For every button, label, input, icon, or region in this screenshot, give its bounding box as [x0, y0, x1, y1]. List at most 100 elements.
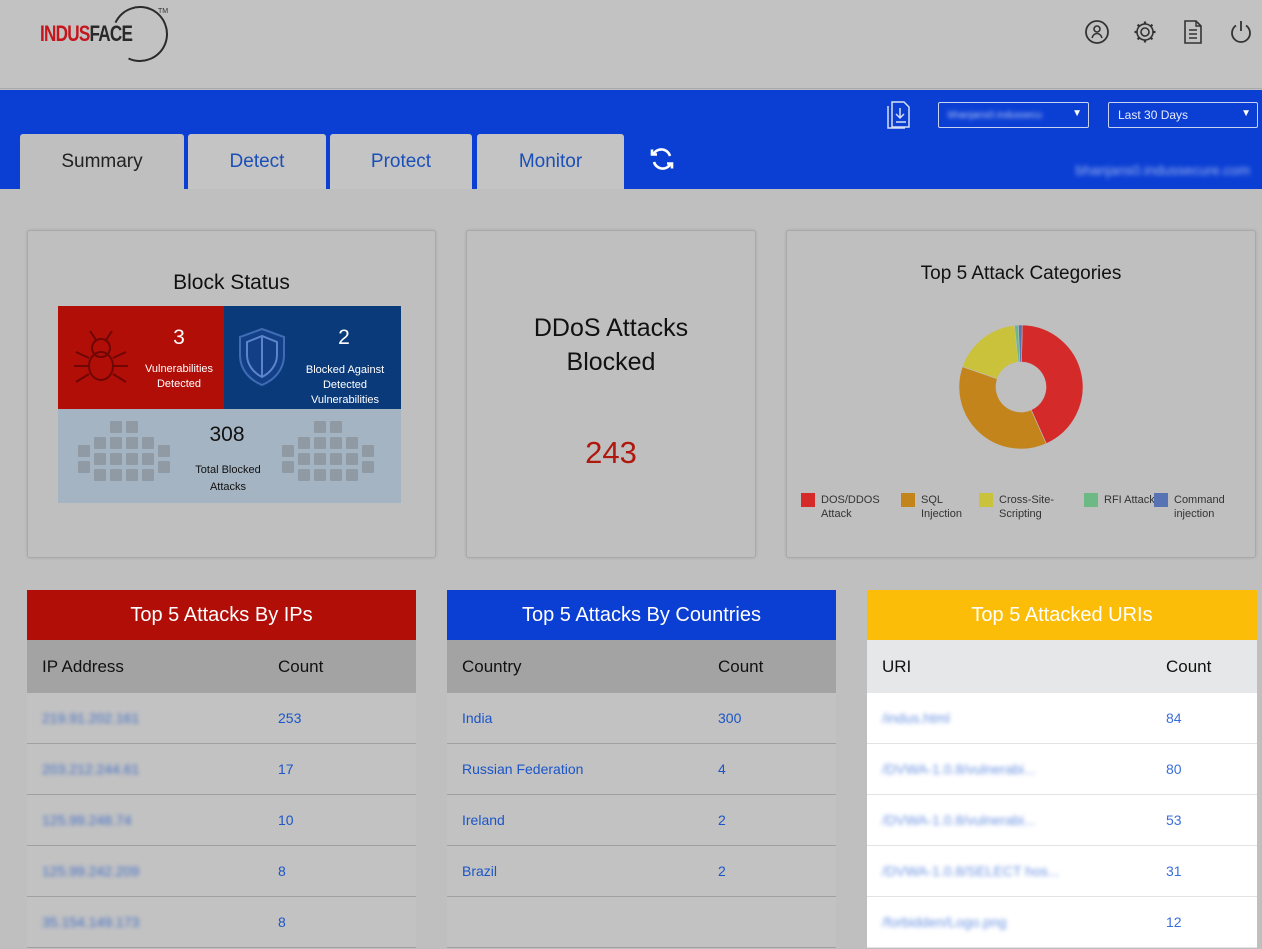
- document-icon[interactable]: [1180, 18, 1206, 46]
- count-cell[interactable]: 2: [718, 812, 726, 828]
- site-select-value: bhanjans0.indussecu: [948, 109, 1042, 121]
- table-row[interactable]: 35.154.149.173 8: [27, 897, 416, 948]
- ddos-card: DDoS Attacks Blocked 243: [466, 230, 756, 558]
- legend-item[interactable]: Cross-Site-Scripting: [979, 493, 1061, 521]
- table-row[interactable]: Russian Federation 4: [447, 744, 836, 795]
- top-countries-title: Top 5 Attacks By Countries: [447, 590, 836, 640]
- table-row[interactable]: 125.99.248.74 10: [27, 795, 416, 846]
- count-cell[interactable]: 80: [1166, 761, 1182, 777]
- seat-block: [126, 453, 138, 465]
- ip-cell[interactable]: 203.212.244.61: [42, 761, 139, 777]
- uri-cell[interactable]: /indus.html: [882, 710, 950, 726]
- country-cell[interactable]: Brazil: [462, 863, 497, 879]
- seat-block: [346, 469, 358, 481]
- seat-block: [78, 461, 90, 473]
- table-row[interactable]: India 300: [447, 693, 836, 744]
- count-cell[interactable]: 10: [278, 812, 294, 828]
- uri-cell[interactable]: /DVWA-1.0.8/vulnerabi...: [882, 761, 1036, 777]
- power-icon[interactable]: [1228, 18, 1254, 46]
- date-range-value: Last 30 Days: [1118, 108, 1189, 122]
- site-select[interactable]: bhanjans0.indussecu ▼: [938, 102, 1089, 128]
- country-cell[interactable]: Ireland: [462, 812, 505, 828]
- count-cell[interactable]: 31: [1166, 863, 1182, 879]
- tab-protect[interactable]: Protect: [330, 134, 472, 189]
- seat-block: [142, 437, 154, 449]
- vulnerabilities-count: 3: [173, 326, 185, 349]
- ddos-value: 243: [585, 435, 637, 470]
- seat-block: [110, 453, 122, 465]
- tab-monitor[interactable]: Monitor: [477, 134, 624, 189]
- table-row[interactable]: 219.91.202.161 253: [27, 693, 416, 744]
- ip-cell[interactable]: 219.91.202.161: [42, 710, 139, 726]
- table-row[interactable]: 203.212.244.61 17: [27, 744, 416, 795]
- ip-cell[interactable]: 125.99.248.74: [42, 812, 132, 828]
- legend-item[interactable]: Command injection: [1154, 493, 1232, 521]
- count-cell[interactable]: 84: [1166, 710, 1182, 726]
- total-blocked-tile[interactable]: 308 Total Blocked Attacks: [58, 409, 401, 503]
- table-row[interactable]: /DVWA-1.0.8/vulnerabi... 53: [867, 795, 1257, 846]
- uri-cell[interactable]: /forbidden/Logo.png: [882, 914, 1007, 930]
- column-header-count: Count: [278, 656, 324, 676]
- site-name-label: bhanjans0.indussecure.com: [1075, 162, 1250, 178]
- ip-cell[interactable]: 125.99.242.209: [42, 863, 139, 879]
- uri-cell[interactable]: /DVWA-1.0.8/SELECT hos...: [882, 863, 1059, 879]
- uri-cell[interactable]: /DVWA-1.0.8/vulnerabi...: [882, 812, 1036, 828]
- legend-label: Cross-Site-Scripting: [999, 494, 1055, 520]
- seat-block: [330, 437, 342, 449]
- seat-block: [142, 469, 154, 481]
- donut-slice[interactable]: [958, 366, 1047, 450]
- tab-label: Summary: [61, 150, 143, 172]
- count-cell[interactable]: 4: [718, 761, 726, 777]
- table-row[interactable]: /DVWA-1.0.8/SELECT hos... 31: [867, 846, 1257, 897]
- seat-block: [126, 437, 138, 449]
- count-cell[interactable]: 8: [278, 863, 286, 879]
- legend-item[interactable]: RFI Attacks: [1084, 493, 1164, 507]
- seat-block: [110, 437, 122, 449]
- indusface-logo[interactable]: INDUSFACE TM: [40, 0, 176, 70]
- table-row[interactable]: Brazil 2: [447, 846, 836, 897]
- logo-text-indus: INDUS: [40, 21, 90, 46]
- table-row[interactable]: 125.99.242.209 8: [27, 846, 416, 897]
- vulnerabilities-detected-tile[interactable]: 3 Vulnerabilities Detected: [58, 306, 224, 409]
- date-range-select[interactable]: Last 30 Days ▼: [1108, 102, 1258, 128]
- bug-icon: [74, 330, 128, 383]
- count-cell[interactable]: 8: [278, 914, 286, 930]
- legend-label: SQL Injection: [921, 494, 962, 520]
- vulnerabilities-label: Vulnerabilities Detected: [144, 363, 214, 390]
- export-report-icon[interactable]: [884, 98, 916, 132]
- logo-tm: TM: [158, 8, 169, 15]
- count-cell[interactable]: 253: [278, 710, 301, 726]
- blocked-against-tile[interactable]: 2 Blocked Against Detected Vulnerabiliti…: [224, 306, 401, 409]
- table-row[interactable]: Ireland 2: [447, 795, 836, 846]
- country-cell[interactable]: India: [462, 710, 492, 726]
- count-cell[interactable]: 12: [1166, 914, 1182, 930]
- block-status-card: Block Status 3 Vulnerabilities Detected …: [27, 230, 436, 558]
- tab-summary[interactable]: Summary: [20, 134, 184, 189]
- tab-detect[interactable]: Detect: [188, 134, 326, 189]
- table-row[interactable]: /DVWA-1.0.8/vulnerabi... 80: [867, 744, 1257, 795]
- table-row: [447, 897, 836, 948]
- top-countries-table: Top 5 Attacks By Countries Country Count…: [447, 590, 836, 948]
- country-cell[interactable]: Russian Federation: [462, 761, 583, 777]
- seat-block: [158, 445, 170, 457]
- refresh-icon[interactable]: [648, 145, 676, 173]
- column-header-count: Count: [718, 656, 764, 676]
- seat-block: [282, 445, 294, 457]
- attack-categories-donut-chart[interactable]: [958, 324, 1084, 450]
- count-cell[interactable]: 300: [718, 710, 741, 726]
- gear-icon[interactable]: [1132, 18, 1158, 46]
- count-cell[interactable]: 53: [1166, 812, 1182, 828]
- seat-block: [330, 421, 342, 433]
- legend-item[interactable]: SQL Injection: [901, 493, 981, 521]
- table-row[interactable]: /forbidden/Logo.png 12: [867, 897, 1257, 948]
- total-blocked-count: 308: [209, 423, 245, 446]
- ip-cell[interactable]: 35.154.149.173: [42, 914, 139, 930]
- column-header-uri: URI: [882, 656, 912, 676]
- seat-block: [282, 461, 294, 473]
- count-cell[interactable]: 2: [718, 863, 726, 879]
- table-row[interactable]: /indus.html 84: [867, 693, 1257, 744]
- seat-block: [158, 461, 170, 473]
- legend-item[interactable]: DOS/DDOS Attack: [801, 493, 881, 521]
- count-cell[interactable]: 17: [278, 761, 294, 777]
- user-icon[interactable]: [1084, 18, 1110, 46]
